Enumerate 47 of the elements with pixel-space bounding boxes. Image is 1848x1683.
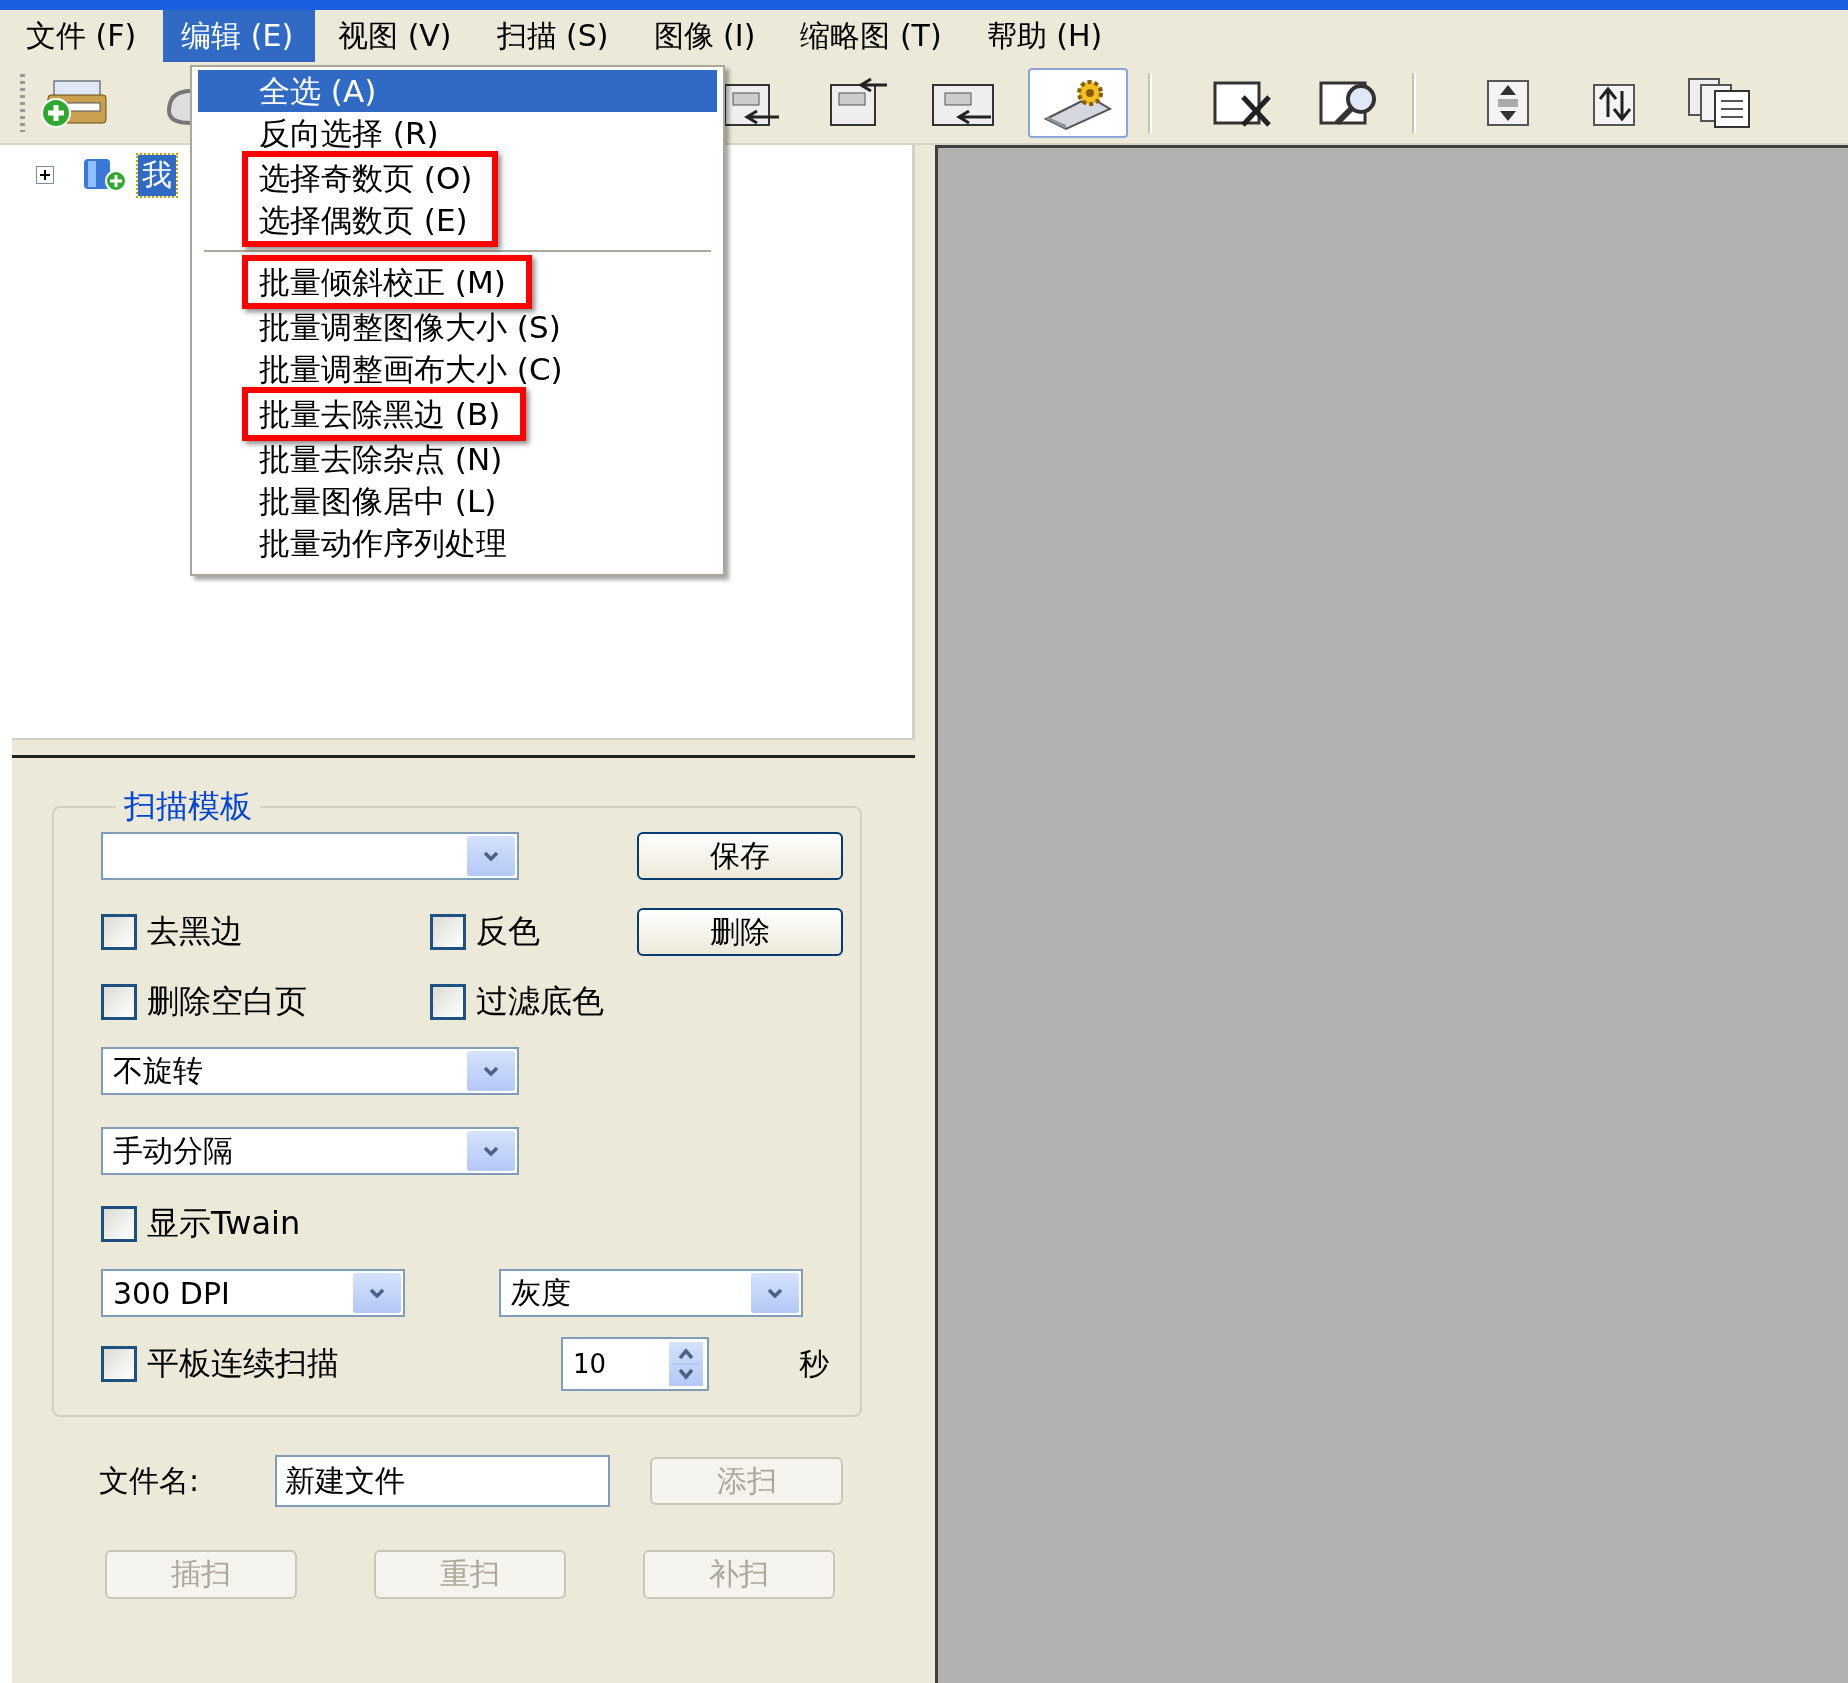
menu-title[interactable]: 扫描 (S) xyxy=(478,10,631,62)
menu-item[interactable]: 批量图像居中 (L) xyxy=(198,480,717,522)
menu-item[interactable]: 批量去除杂点 (N) xyxy=(198,438,717,480)
dropdown-field[interactable] xyxy=(101,832,519,880)
dropdown-field[interactable]: 手动分隔 xyxy=(101,1127,519,1175)
menu-title[interactable]: 文件 (F) xyxy=(8,10,159,62)
menu-item[interactable]: 反向选择 (R) xyxy=(198,112,717,154)
checkbox[interactable] xyxy=(430,914,466,950)
unit-label: 秒 xyxy=(799,1344,829,1383)
menu-item[interactable]: 批量动作序列处理 xyxy=(198,522,717,564)
toolbar-button[interactable] xyxy=(1028,67,1128,138)
menu-title[interactable]: 帮助 (H) xyxy=(968,10,1125,62)
checkbox-label: 平板连续扫描 xyxy=(147,1343,339,1384)
checkbox-label: 过滤底色 xyxy=(476,981,604,1022)
menu-item[interactable]: 全选 (A) xyxy=(198,70,717,112)
dropdown-field[interactable]: 不旋转 xyxy=(101,1047,519,1095)
group-title: 扫描模板 xyxy=(123,786,253,827)
checkbox[interactable] xyxy=(101,1206,137,1242)
menu-item[interactable]: 批量调整画布大小 (C) xyxy=(198,348,717,390)
menu-title[interactable]: 视图 (V) xyxy=(320,10,474,62)
menu-title[interactable]: 图像 (I) xyxy=(635,10,778,62)
computer-icon xyxy=(82,157,128,193)
delete-button[interactable]: 删除 xyxy=(637,908,843,956)
dropdown-field[interactable]: 灰度 xyxy=(499,1269,803,1317)
menu-item[interactable]: 选择奇数页 (O) xyxy=(248,157,493,199)
checkbox[interactable] xyxy=(101,1346,137,1382)
spin-arrows-icon[interactable] xyxy=(669,1342,703,1386)
dropdown-field[interactable]: 300 DPI xyxy=(101,1269,405,1317)
checkbox[interactable] xyxy=(101,984,137,1020)
checkbox-label: 删除空白页 xyxy=(147,981,307,1022)
interval-spin-field[interactable]: 10 xyxy=(561,1337,709,1391)
checkbox[interactable] xyxy=(430,984,466,1020)
menu-item[interactable]: 选择偶数页 (E) xyxy=(248,199,493,241)
tree-item[interactable]: 我 xyxy=(138,154,176,196)
file-name-label: 文件名: xyxy=(99,1461,201,1500)
menu-item[interactable]: 批量倾斜校正 (M) xyxy=(248,261,526,303)
checkbox[interactable] xyxy=(101,914,137,950)
expand-icon[interactable] xyxy=(36,166,54,184)
file-name-field[interactable]: 新建文件 xyxy=(275,1455,610,1507)
checkbox-label: 反色 xyxy=(476,911,540,952)
menu-item[interactable]: 批量调整图像大小 (S) xyxy=(198,306,717,348)
checkbox-label: 显示Twain xyxy=(147,1203,301,1244)
checkbox-label: 去黑边 xyxy=(147,911,243,952)
menu-item[interactable]: 批量去除黑边 (B) xyxy=(248,393,521,435)
menu-title[interactable]: 编辑 (E) xyxy=(163,10,316,62)
menu-title[interactable]: 缩略图 (T) xyxy=(782,10,964,62)
save-button[interactable]: 保存 xyxy=(637,832,843,880)
